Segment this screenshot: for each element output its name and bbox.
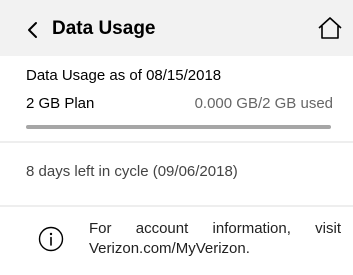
- home-button[interactable]: [317, 16, 343, 40]
- plan-name: 2 GB Plan: [26, 95, 95, 112]
- chevron-left-icon: [28, 22, 37, 38]
- usage-progress-bar: [26, 125, 331, 129]
- page-title: Data Usage: [52, 18, 156, 39]
- plan-usage-amount: 0.000 GB/2 GB used: [194, 95, 333, 112]
- back-button[interactable]: [26, 20, 40, 40]
- home-icon: [318, 17, 342, 39]
- info-circle-icon: [38, 226, 64, 252]
- header-bar: Data Usage: [0, 0, 353, 56]
- usage-as-of-text: Data Usage as of 08/15/2018: [26, 67, 222, 84]
- divider: [0, 205, 353, 207]
- account-info-text: For account information, visit Verizon.c…: [89, 220, 341, 257]
- divider: [0, 141, 353, 143]
- cycle-days-left-text: 8 days left in cycle (09/06/2018): [26, 163, 238, 180]
